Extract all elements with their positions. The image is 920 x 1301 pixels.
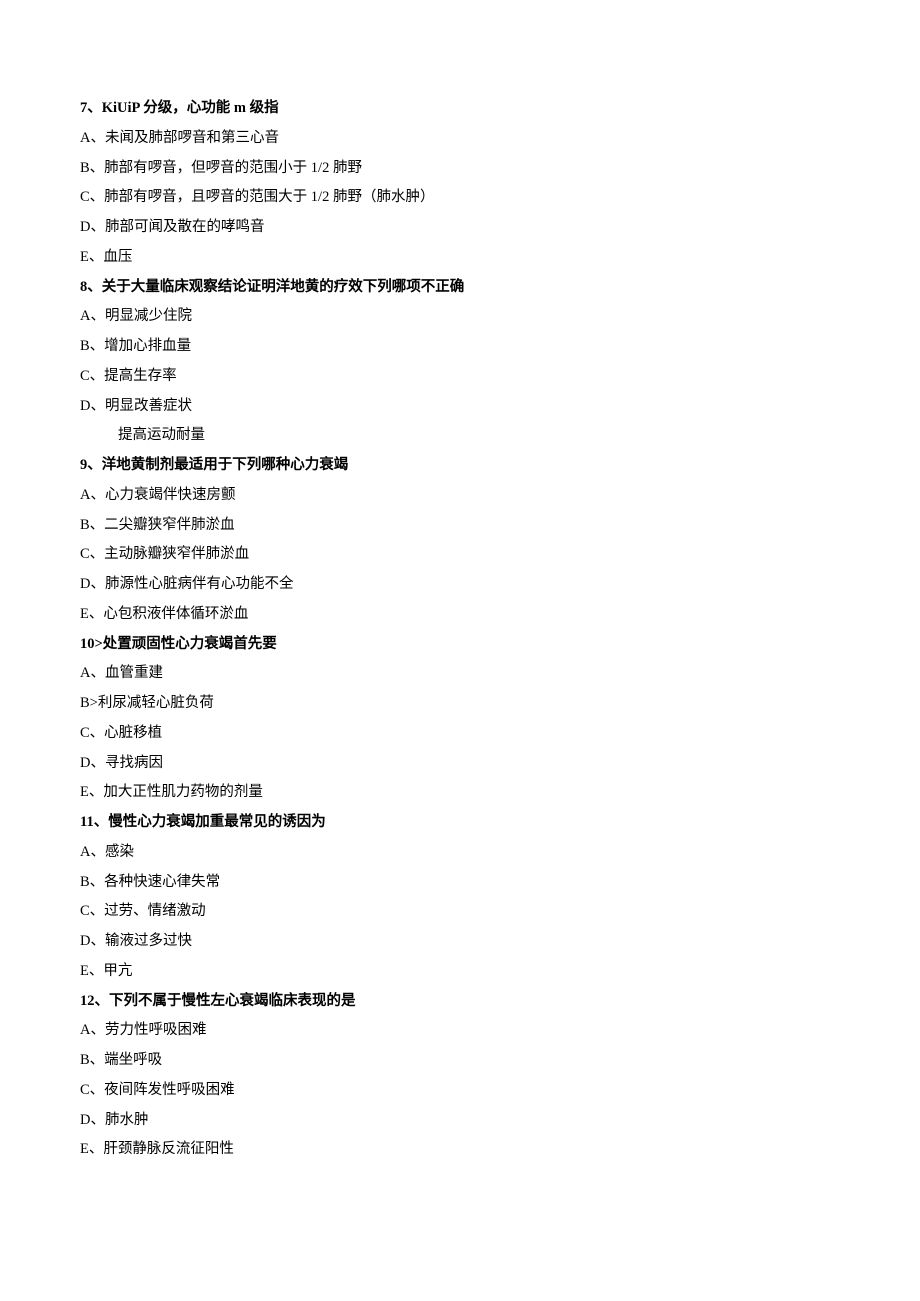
option-d: D、寻找病因 xyxy=(80,753,840,775)
option-d: D、输液过多过快 xyxy=(80,931,840,953)
option-sub: 提高运动耐量 xyxy=(118,425,840,447)
question-10: 10>处置顽固性心力衰竭首先要 A、血管重建 B>利尿减轻心脏负荷 C、心脏移植… xyxy=(80,634,840,805)
question-title: 12、下列不属于慢性左心衰竭临床表现的是 xyxy=(80,991,840,1013)
option-a: A、未闻及肺部啰音和第三心音 xyxy=(80,128,840,150)
option-a: A、感染 xyxy=(80,842,840,864)
question-7: 7、KiUiP 分级，心功能 m 级指 A、未闻及肺部啰音和第三心音 B、肺部有… xyxy=(80,98,840,269)
option-e: E、血压 xyxy=(80,247,840,269)
option-e: E、加大正性肌力药物的剂量 xyxy=(80,782,840,804)
option-c: C、心脏移植 xyxy=(80,723,840,745)
option-b: B、端坐呼吸 xyxy=(80,1050,840,1072)
option-c: C、提高生存率 xyxy=(80,366,840,388)
question-title: 11、慢性心力衰竭加重最常见的诱因为 xyxy=(80,812,840,834)
question-title: 8、关于大量临床观察结论证明洋地黄的疗效下列哪项不正确 xyxy=(80,277,840,299)
option-c: C、主动脉瓣狭窄伴肺淤血 xyxy=(80,544,840,566)
option-b: B、各种快速心律失常 xyxy=(80,872,840,894)
option-d: D、肺源性心脏病伴有心功能不全 xyxy=(80,574,840,596)
option-b: B、肺部有啰音，但啰音的范围小于 1/2 肺野 xyxy=(80,158,840,180)
question-title: 9、洋地黄制剂最适用于下列哪种心力衰竭 xyxy=(80,455,840,477)
option-d: D、肺部可闻及散在的哮鸣音 xyxy=(80,217,840,239)
question-9: 9、洋地黄制剂最适用于下列哪种心力衰竭 A、心力衰竭伴快速房颤 B、二尖瓣狭窄伴… xyxy=(80,455,840,626)
question-8: 8、关于大量临床观察结论证明洋地黄的疗效下列哪项不正确 A、明显减少住院 B、增… xyxy=(80,277,840,448)
option-c: C、肺部有啰音，且啰音的范围大于 1/2 肺野（肺水肿） xyxy=(80,187,840,209)
option-a: A、劳力性呼吸困难 xyxy=(80,1020,840,1042)
option-a: A、血管重建 xyxy=(80,663,840,685)
document-page: 7、KiUiP 分级，心功能 m 级指 A、未闻及肺部啰音和第三心音 B、肺部有… xyxy=(0,0,920,1229)
option-b: B、增加心排血量 xyxy=(80,336,840,358)
question-12: 12、下列不属于慢性左心衰竭临床表现的是 A、劳力性呼吸困难 B、端坐呼吸 C、… xyxy=(80,991,840,1162)
question-title: 10>处置顽固性心力衰竭首先要 xyxy=(80,634,840,656)
option-a: A、心力衰竭伴快速房颤 xyxy=(80,485,840,507)
option-b: B>利尿减轻心脏负荷 xyxy=(80,693,840,715)
option-c: C、夜间阵发性呼吸困难 xyxy=(80,1080,840,1102)
question-11: 11、慢性心力衰竭加重最常见的诱因为 A、感染 B、各种快速心律失常 C、过劳、… xyxy=(80,812,840,983)
option-e: E、心包积液伴体循环淤血 xyxy=(80,604,840,626)
option-e: E、肝颈静脉反流征阳性 xyxy=(80,1139,840,1161)
option-d: D、肺水肿 xyxy=(80,1110,840,1132)
option-a: A、明显减少住院 xyxy=(80,306,840,328)
option-e: E、甲亢 xyxy=(80,961,840,983)
option-d: D、明显改善症状 xyxy=(80,396,840,418)
question-title: 7、KiUiP 分级，心功能 m 级指 xyxy=(80,98,840,120)
option-c: C、过劳、情绪激动 xyxy=(80,901,840,923)
option-b: B、二尖瓣狭窄伴肺淤血 xyxy=(80,515,840,537)
